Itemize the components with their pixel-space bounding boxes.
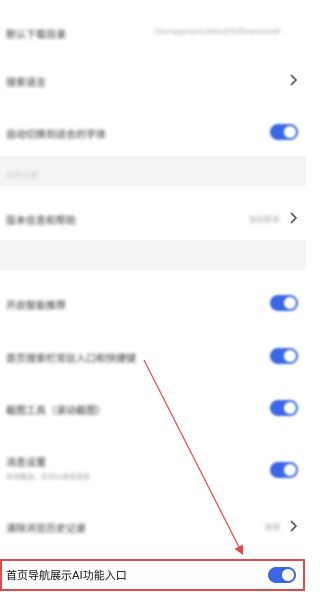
toggle-switch[interactable] xyxy=(270,295,298,311)
setting-clear-history[interactable]: 清除浏览历史记录 清理 xyxy=(0,508,306,544)
chevron-right-icon xyxy=(290,74,298,86)
setting-smart-recommend[interactable]: 开启智能推荐 xyxy=(0,285,306,321)
section-gap xyxy=(0,240,306,270)
setting-search-entry[interactable]: 首页搜索栏常驻入口和快捷键 xyxy=(0,338,306,374)
setting-language[interactable]: 搜索语言 xyxy=(0,62,306,98)
setting-label: 清除浏览历史记录 xyxy=(6,524,86,535)
setting-label: 搜索语言 xyxy=(6,78,46,89)
toggle-switch[interactable] xyxy=(270,348,298,364)
setting-subtitle: 关闭推送，仍可以收到消息 xyxy=(6,473,90,481)
setting-value: 清理 xyxy=(264,523,280,532)
setting-your-settings: 您的设置 xyxy=(0,166,306,186)
setting-default-download-dir[interactable]: 默认下载目录 /storage/emulated/0/Download/... xyxy=(0,14,306,50)
setting-label: 首页搜索栏常驻入口和快捷键 xyxy=(6,354,136,365)
toggle-switch[interactable] xyxy=(270,462,298,478)
setting-messages[interactable]: 消息设置 关闭推送，仍可以收到消息 xyxy=(0,448,306,492)
ai-entry-toggle[interactable] xyxy=(268,567,296,583)
chevron-right-icon xyxy=(290,520,298,532)
toggle-switch[interactable] xyxy=(270,400,298,416)
chevron-right-icon xyxy=(290,212,298,224)
section-header: 您的设置 xyxy=(6,171,38,180)
setting-label: 消息设置 xyxy=(6,458,46,469)
setting-auto-font[interactable]: 自动切换到适合的字体 xyxy=(0,114,306,150)
toggle-switch[interactable] xyxy=(270,124,298,140)
setting-label: 默认下载目录 xyxy=(6,30,66,41)
setting-label: 版本信息和帮助 xyxy=(6,216,76,227)
setting-label: 开启智能推荐 xyxy=(6,301,66,312)
setting-value: 当前版本 xyxy=(248,215,280,224)
setting-value: /storage/emulated/0/Download/... xyxy=(153,27,288,36)
setting-ai-entry-label: 首页导航展示AI功能入口 xyxy=(6,569,127,582)
setting-label: 截图工具（滚动截图） xyxy=(6,406,106,417)
setting-version-help[interactable]: 版本信息和帮助 当前版本 xyxy=(0,200,306,236)
setting-label: 自动切换到适合的字体 xyxy=(6,130,106,141)
setting-screenshot-tool[interactable]: 截图工具（滚动截图） xyxy=(0,390,306,426)
